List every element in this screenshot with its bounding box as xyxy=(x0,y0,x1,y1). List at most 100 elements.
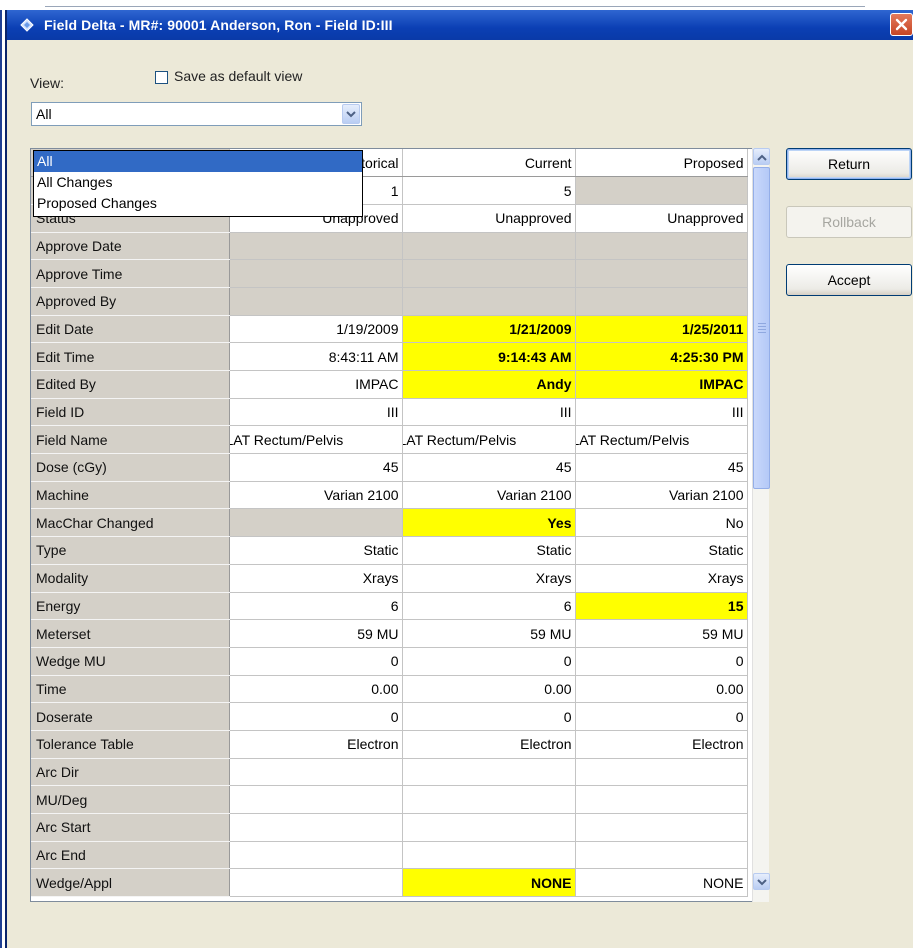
historical-cell: Electron xyxy=(229,730,403,759)
row-label: Wedge/Appl xyxy=(31,868,230,898)
historical-cell: IMPAC xyxy=(229,370,403,399)
close-icon xyxy=(895,18,908,31)
current-cell: Unapproved xyxy=(402,204,576,233)
app-icon xyxy=(20,18,34,32)
return-button[interactable]: Return xyxy=(786,148,912,180)
current-cell: Varian 2100 xyxy=(402,481,576,510)
historical-cell: 8:43:11 AM xyxy=(229,342,403,371)
column-header-current[interactable]: Current xyxy=(402,149,576,178)
table-row[interactable]: Edit Date 1/19/2009 1/21/2009 1/25/2011 xyxy=(31,315,748,344)
row-label: Approve Time xyxy=(31,259,230,288)
chevron-down-icon xyxy=(346,111,356,118)
current-cell xyxy=(402,785,576,814)
field-delta-grid[interactable]: Historical Current Proposed 1 5 Status Unap… xyxy=(30,148,768,902)
row-label: Arc Dir xyxy=(31,758,230,787)
proposed-cell xyxy=(575,259,748,288)
table-row[interactable]: Arc Start xyxy=(31,813,748,842)
row-label: Field ID xyxy=(31,398,230,427)
row-label: Type xyxy=(31,536,230,565)
historical-cell: Varian 2100 xyxy=(229,481,403,510)
proposed-cell xyxy=(575,785,748,814)
current-cell: 5 xyxy=(402,176,576,205)
historical-cell: 59 MU xyxy=(229,619,403,648)
row-label: Wedge MU xyxy=(31,647,230,676)
grid-vertical-scrollbar[interactable] xyxy=(752,148,770,902)
table-row[interactable]: MU/Deg xyxy=(31,785,748,814)
view-option-all[interactable]: All xyxy=(34,151,362,172)
table-row[interactable]: Edit Time 8:43:11 AM 9:14:43 AM 4:25:30 PM xyxy=(31,342,748,371)
chevron-up-icon xyxy=(757,154,767,161)
proposed-cell: IMPAC xyxy=(575,370,748,399)
historical-cell xyxy=(229,813,403,842)
view-option-all-changes[interactable]: All Changes xyxy=(34,172,362,193)
proposed-cell: Electron xyxy=(575,730,748,759)
proposed-cell xyxy=(575,232,748,261)
proposed-cell: No xyxy=(575,508,748,538)
proposed-cell xyxy=(575,176,748,205)
historical-cell xyxy=(229,259,403,288)
table-row[interactable]: Time 0.00 0.00 0.00 xyxy=(31,675,748,704)
current-cell: LAT Rectum/Pelvis xyxy=(402,425,576,455)
current-cell: Static xyxy=(402,536,576,565)
view-select-toggle[interactable] xyxy=(342,104,360,124)
table-row[interactable]: Wedge MU 0 0 0 xyxy=(31,647,748,676)
historical-cell xyxy=(229,785,403,814)
table-row[interactable]: Wedge/Appl NONE NONE xyxy=(31,868,748,898)
table-row[interactable]: Energy 6 6 15 xyxy=(31,592,748,621)
table-row[interactable]: Meterset 59 MU 59 MU 59 MU xyxy=(31,619,748,648)
current-cell xyxy=(402,758,576,787)
proposed-cell: 0.00 xyxy=(575,675,748,704)
current-cell: 6 xyxy=(402,592,576,621)
historical-cell xyxy=(229,287,403,316)
row-label: Machine xyxy=(31,481,230,510)
proposed-cell: LAT Rectum/Pelvis xyxy=(575,425,748,455)
table-row[interactable]: Modality Xrays Xrays Xrays xyxy=(31,564,748,593)
save-default-label: Save as default view xyxy=(174,68,303,84)
checkbox-box[interactable] xyxy=(155,71,168,84)
accept-button[interactable]: Accept xyxy=(786,264,912,296)
scroll-up-button[interactable] xyxy=(753,148,770,165)
proposed-cell: 59 MU xyxy=(575,619,748,648)
table-row[interactable]: Arc Dir xyxy=(31,758,748,787)
table-row[interactable]: Dose (cGy) 45 45 45 xyxy=(31,453,748,482)
table-row[interactable]: Machine Varian 2100 Varian 2100 Varian 2100 xyxy=(31,481,748,510)
row-label: Meterset xyxy=(31,619,230,648)
scroll-thumb[interactable] xyxy=(753,167,770,489)
row-label: Approve Date xyxy=(31,232,230,261)
table-row[interactable]: Approve Time xyxy=(31,259,748,288)
view-select[interactable]: All xyxy=(31,102,362,126)
view-dropdown-list[interactable]: All All Changes Proposed Changes xyxy=(33,150,363,217)
current-cell: 9:14:43 AM xyxy=(402,342,576,371)
historical-cell: Static xyxy=(229,536,403,565)
table-row[interactable]: Tolerance Table Electron Electron Electron xyxy=(31,730,748,759)
column-header-proposed[interactable]: Proposed xyxy=(575,149,748,178)
historical-cell xyxy=(229,508,403,538)
scroll-down-button[interactable] xyxy=(753,873,770,890)
proposed-cell: 45 xyxy=(575,453,748,482)
historical-cell: 45 xyxy=(229,453,403,482)
row-label: Edit Date xyxy=(31,315,230,344)
background-rule xyxy=(45,6,865,7)
historical-cell: 6 xyxy=(229,592,403,621)
table-row[interactable]: Approve Date xyxy=(31,232,748,261)
current-cell: NONE xyxy=(402,868,576,898)
view-option-proposed-changes[interactable]: Proposed Changes xyxy=(34,193,362,214)
historical-cell: 0 xyxy=(229,702,403,731)
title-bar[interactable]: Field Delta - MR#: 90001 Anderson, Ron -… xyxy=(7,10,913,40)
current-cell xyxy=(402,813,576,842)
table-row[interactable]: Doserate 0 0 0 xyxy=(31,702,748,731)
table-row[interactable]: Edited By IMPAC Andy IMPAC xyxy=(31,370,748,399)
table-row[interactable]: Field ID III III III xyxy=(31,398,748,427)
table-row[interactable]: Type Static Static Static xyxy=(31,536,748,565)
table-row[interactable]: Arc End xyxy=(31,841,748,870)
close-button[interactable] xyxy=(890,13,913,36)
proposed-cell: NONE xyxy=(575,868,748,898)
current-cell: Xrays xyxy=(402,564,576,593)
table-row[interactable]: Field Name LAT Rectum/Pelvis LAT Rectum/Pe… xyxy=(31,425,748,455)
chevron-down-icon xyxy=(757,879,767,886)
table-row[interactable]: Approved By xyxy=(31,287,748,316)
current-cell: Electron xyxy=(402,730,576,759)
rollback-button[interactable]: Rollback xyxy=(786,206,912,238)
table-row[interactable]: MacChar Changed Yes No xyxy=(31,508,748,538)
proposed-cell: Unapproved xyxy=(575,204,748,233)
